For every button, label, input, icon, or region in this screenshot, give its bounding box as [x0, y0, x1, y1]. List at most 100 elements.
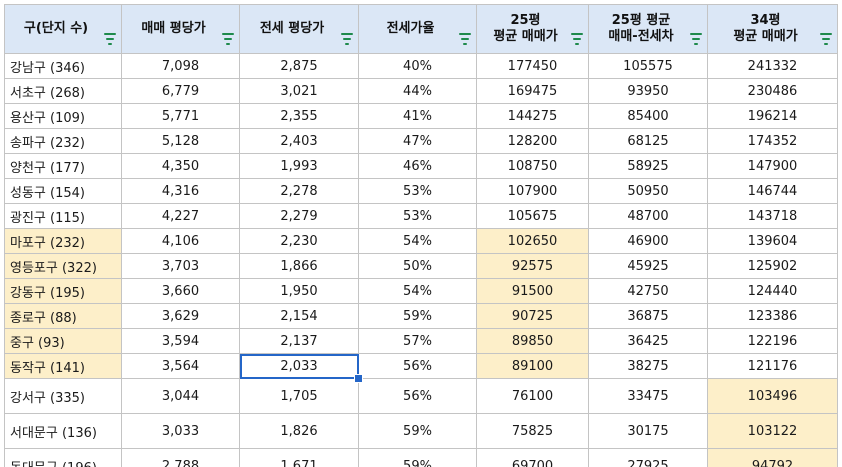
- gap-25py-cell[interactable]: 85400: [588, 103, 708, 129]
- sale-price-per-pyeong-cell[interactable]: 5,771: [121, 103, 240, 129]
- jeonse-ratio-cell[interactable]: 40%: [358, 53, 477, 79]
- gap-25py-cell[interactable]: 42750: [588, 278, 708, 304]
- avg-25py-sale-cell[interactable]: 90725: [476, 303, 589, 329]
- gap-25py-cell[interactable]: 36875: [588, 303, 708, 329]
- sale-price-per-pyeong-cell[interactable]: 4,350: [121, 153, 240, 179]
- district-cell[interactable]: 동대문구 (196): [4, 448, 122, 467]
- avg-34py-sale-cell[interactable]: 174352: [707, 128, 838, 154]
- jeonse-price-per-pyeong-cell[interactable]: 2,875: [239, 53, 359, 79]
- jeonse-ratio-cell[interactable]: 54%: [358, 278, 477, 304]
- avg-34py-sale-cell[interactable]: 146744: [707, 178, 838, 204]
- avg-25py-sale-cell[interactable]: 92575: [476, 253, 589, 279]
- jeonse-ratio-cell[interactable]: 57%: [358, 328, 477, 354]
- avg-25py-sale-cell[interactable]: 108750: [476, 153, 589, 179]
- jeonse-ratio-cell[interactable]: 59%: [358, 448, 477, 467]
- gap-25py-cell[interactable]: 50950: [588, 178, 708, 204]
- gap-25py-cell[interactable]: 38275: [588, 353, 708, 379]
- avg-34py-sale-cell[interactable]: 94792: [707, 448, 838, 467]
- avg-34py-sale-cell[interactable]: 121176: [707, 353, 838, 379]
- jeonse-price-per-pyeong-cell[interactable]: 1,993: [239, 153, 359, 179]
- jeonse-price-per-pyeong-cell[interactable]: 2,279: [239, 203, 359, 229]
- jeonse-ratio-cell[interactable]: 50%: [358, 253, 477, 279]
- avg-34py-sale-cell[interactable]: 122196: [707, 328, 838, 354]
- district-cell[interactable]: 종로구 (88): [4, 303, 122, 329]
- gap-25py-cell[interactable]: 105575: [588, 53, 708, 79]
- jeonse-ratio-cell[interactable]: 54%: [358, 228, 477, 254]
- avg-25py-sale-cell[interactable]: 144275: [476, 103, 589, 129]
- filter-icon[interactable]: [103, 33, 117, 45]
- jeonse-price-per-pyeong-cell[interactable]: 2,154: [239, 303, 359, 329]
- gap-25py-cell[interactable]: 46900: [588, 228, 708, 254]
- gap-25py-cell[interactable]: 58925: [588, 153, 708, 179]
- fill-handle[interactable]: [353, 373, 363, 383]
- filter-icon[interactable]: [340, 33, 354, 45]
- jeonse-ratio-cell[interactable]: 44%: [358, 78, 477, 104]
- jeonse-ratio-cell[interactable]: 53%: [358, 203, 477, 229]
- sale-price-per-pyeong-cell[interactable]: 4,316: [121, 178, 240, 204]
- gap-25py-cell[interactable]: 68125: [588, 128, 708, 154]
- filter-icon[interactable]: [221, 33, 235, 45]
- jeonse-price-per-pyeong-cell[interactable]: 2,355: [239, 103, 359, 129]
- filter-icon[interactable]: [570, 33, 584, 45]
- jeonse-price-per-pyeong-cell[interactable]: 2,403: [239, 128, 359, 154]
- jeonse-price-per-pyeong-cell[interactable]: 3,021: [239, 78, 359, 104]
- header-25py-avg-sale[interactable]: 25평 평균 매매가: [476, 4, 589, 54]
- header-34py-avg-sale[interactable]: 34평 평균 매매가: [707, 4, 838, 54]
- sale-price-per-pyeong-cell[interactable]: 3,594: [121, 328, 240, 354]
- jeonse-price-per-pyeong-cell[interactable]: 2,278: [239, 178, 359, 204]
- sale-price-per-pyeong-cell[interactable]: 3,629: [121, 303, 240, 329]
- district-cell[interactable]: 양천구 (177): [4, 153, 122, 179]
- filter-icon[interactable]: [819, 33, 833, 45]
- avg-34py-sale-cell[interactable]: 103496: [707, 378, 838, 414]
- sale-price-per-pyeong-cell[interactable]: 5,128: [121, 128, 240, 154]
- district-cell[interactable]: 중구 (93): [4, 328, 122, 354]
- district-cell[interactable]: 성동구 (154): [4, 178, 122, 204]
- district-cell[interactable]: 영등포구 (322): [4, 253, 122, 279]
- district-cell[interactable]: 서대문구 (136): [4, 413, 122, 449]
- district-cell[interactable]: 송파구 (232): [4, 128, 122, 154]
- filter-icon[interactable]: [689, 33, 703, 45]
- gap-25py-cell[interactable]: 27925: [588, 448, 708, 467]
- avg-34py-sale-cell[interactable]: 230486: [707, 78, 838, 104]
- header-jeonse-price-per-pyeong[interactable]: 전세 평당가: [239, 4, 359, 54]
- gap-25py-cell[interactable]: 36425: [588, 328, 708, 354]
- jeonse-price-per-pyeong-cell[interactable]: 2,137: [239, 328, 359, 354]
- avg-25py-sale-cell[interactable]: 69700: [476, 448, 589, 467]
- avg-34py-sale-cell[interactable]: 125902: [707, 253, 838, 279]
- avg-34py-sale-cell[interactable]: 147900: [707, 153, 838, 179]
- avg-34py-sale-cell[interactable]: 241332: [707, 53, 838, 79]
- jeonse-ratio-cell[interactable]: 59%: [358, 303, 477, 329]
- district-cell[interactable]: 강남구 (346): [4, 53, 122, 79]
- jeonse-ratio-cell[interactable]: 46%: [358, 153, 477, 179]
- jeonse-ratio-cell[interactable]: 56%: [358, 353, 477, 379]
- gap-25py-cell[interactable]: 45925: [588, 253, 708, 279]
- sale-price-per-pyeong-cell[interactable]: 3,044: [121, 378, 240, 414]
- avg-34py-sale-cell[interactable]: 124440: [707, 278, 838, 304]
- avg-25py-sale-cell[interactable]: 102650: [476, 228, 589, 254]
- avg-25py-sale-cell[interactable]: 76100: [476, 378, 589, 414]
- avg-34py-sale-cell[interactable]: 196214: [707, 103, 838, 129]
- jeonse-ratio-cell[interactable]: 59%: [358, 413, 477, 449]
- district-cell[interactable]: 마포구 (232): [4, 228, 122, 254]
- sale-price-per-pyeong-cell[interactable]: 3,660: [121, 278, 240, 304]
- jeonse-ratio-cell[interactable]: 47%: [358, 128, 477, 154]
- jeonse-ratio-cell[interactable]: 41%: [358, 103, 477, 129]
- sale-price-per-pyeong-cell[interactable]: 3,703: [121, 253, 240, 279]
- avg-25py-sale-cell[interactable]: 91500: [476, 278, 589, 304]
- avg-25py-sale-cell[interactable]: 177450: [476, 53, 589, 79]
- avg-25py-sale-cell[interactable]: 89850: [476, 328, 589, 354]
- avg-25py-sale-cell[interactable]: 128200: [476, 128, 589, 154]
- jeonse-price-per-pyeong-cell[interactable]: 1,705: [239, 378, 359, 414]
- jeonse-price-per-pyeong-cell[interactable]: 2,230: [239, 228, 359, 254]
- district-cell[interactable]: 강서구 (335): [4, 378, 122, 414]
- jeonse-ratio-cell[interactable]: 53%: [358, 178, 477, 204]
- avg-25py-sale-cell[interactable]: 89100: [476, 353, 589, 379]
- gap-25py-cell[interactable]: 30175: [588, 413, 708, 449]
- sale-price-per-pyeong-cell[interactable]: 3,033: [121, 413, 240, 449]
- gap-25py-cell[interactable]: 33475: [588, 378, 708, 414]
- avg-34py-sale-cell[interactable]: 123386: [707, 303, 838, 329]
- jeonse-price-per-pyeong-cell[interactable]: 1,671: [239, 448, 359, 467]
- header-district[interactable]: 구(단지 수): [4, 4, 122, 54]
- sale-price-per-pyeong-cell[interactable]: 4,106: [121, 228, 240, 254]
- selected-cell[interactable]: 2,033: [239, 353, 359, 379]
